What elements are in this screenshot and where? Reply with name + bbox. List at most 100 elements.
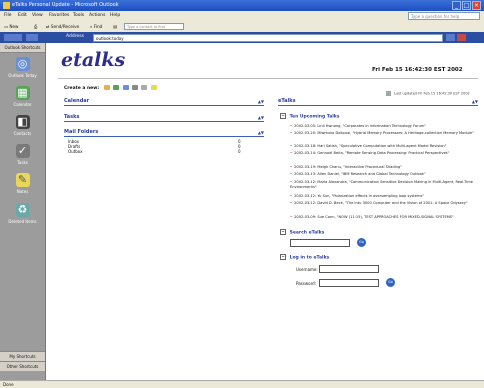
search-etalks-title[interactable]: − Search eTalks: [280, 229, 324, 236]
calendar-icon: ▦: [15, 86, 30, 100]
shortcut-contacts[interactable]: ◧ Contacts: [0, 115, 45, 136]
panel-controls-icon[interactable]: ▲▼: [258, 114, 264, 121]
create-new-row: Create a new:: [64, 85, 159, 91]
talk-item[interactable]: 2002-03-05: Linli Hwnong, "Corporates in…: [290, 124, 475, 129]
talk-item[interactable]: 2002-03-12: Yu Sun, "Polarization effect…: [290, 194, 475, 199]
panel-controls-icon[interactable]: ▲▼: [258, 98, 264, 105]
login-etalks-label: Log in to eTalks: [289, 255, 330, 261]
collapse-icon[interactable]: −: [280, 254, 286, 260]
collapse-icon[interactable]: −: [280, 229, 286, 235]
password-input[interactable]: [319, 279, 379, 287]
minimize-button[interactable]: _: [452, 1, 461, 10]
address-input[interactable]: outlook:today: [93, 34, 443, 42]
talk-item[interactable]: 2002-03-18: Hari Satish, "Speculative Co…: [290, 144, 475, 149]
contacts-icon: ◧: [15, 115, 30, 129]
panel-controls-icon[interactable]: ▲▼: [472, 98, 478, 105]
talk-item[interactable]: 2002-03-13: Allen Daniel, "IBM Research …: [290, 172, 475, 177]
send-receive-icon: ⇄: [46, 24, 50, 29]
calendar-panel-header[interactable]: Calendar ▲▼: [64, 98, 264, 106]
menu-help[interactable]: Help: [110, 13, 120, 18]
help-search-input[interactable]: Type a question for help: [408, 12, 480, 20]
mail-folders-panel-header[interactable]: Mail Folders ▲▼: [64, 129, 264, 137]
menu-file[interactable]: File: [4, 13, 12, 18]
organize-icon[interactable]: ▤: [113, 23, 117, 31]
outlook-app-icon: [3, 2, 10, 9]
menu-favorites[interactable]: Favorites: [49, 13, 69, 18]
new-contact-icon[interactable]: [131, 85, 138, 90]
back-nav-button[interactable]: [4, 34, 22, 41]
calendar-panel-title: Calendar: [64, 98, 90, 104]
new-task-icon[interactable]: [141, 85, 148, 90]
new-meeting-icon[interactable]: [122, 85, 129, 90]
status-text: Done: [3, 382, 14, 387]
tasks-panel-header[interactable]: Tasks ▲▼: [64, 114, 264, 122]
talk-item[interactable]: 2002-03-19: Meigh Chanu, "Interactive Pr…: [290, 165, 475, 170]
search-etalks-label: Search eTalks: [289, 230, 325, 236]
upcoming-talks-title[interactable]: − Ten Upcoming Talks: [280, 113, 339, 120]
folder-name: Outbox: [68, 149, 83, 154]
new-mail-icon[interactable]: [103, 85, 110, 90]
other-shortcuts-button[interactable]: Other Shortcuts: [0, 361, 45, 371]
talk-item[interactable]: 2002-03-14: Gennadi Beita, "Remote Sensi…: [290, 151, 475, 156]
send-receive-button[interactable]: ⇄ Send/Receive: [46, 23, 79, 31]
stop-icon[interactable]: [457, 34, 466, 41]
talk-item[interactable]: 2002-03-20: Miwmuko Dokpuai, "Hybrid Mem…: [290, 131, 475, 136]
collapse-icon[interactable]: −: [280, 113, 286, 119]
talk-item[interactable]: 2002-03-09: Sue Conn, "NOW (11:15), TEST…: [290, 215, 475, 220]
shortcut-label: Deleted Items: [8, 219, 37, 224]
header-divider: [58, 78, 478, 79]
shortcut-tasks[interactable]: ✓ Tasks: [0, 144, 45, 165]
shortcut-label: Calendar: [13, 102, 32, 107]
talk-item[interactable]: 2002-03-12: David D. Beck, "The Intu 300…: [290, 201, 475, 206]
mail-folder-outbox[interactable]: Outbox 0: [68, 149, 268, 154]
shortcut-deleted-items[interactable]: ♻ Deleted Items: [0, 203, 45, 224]
etalks-panel-header[interactable]: eTalks ▲▼: [278, 98, 478, 106]
notes-icon: ✎: [15, 173, 30, 187]
shortcut-label: Tasks: [17, 160, 28, 165]
find-contact-input[interactable]: Type a contact to find: [124, 23, 184, 30]
maximize-button[interactable]: □: [462, 1, 471, 10]
shortcut-outlook-today[interactable]: ◎ Outlook Today: [0, 57, 45, 78]
my-shortcuts-button[interactable]: My Shortcuts: [0, 351, 45, 361]
title-bar: eTalks Personal Update - Microsoft Outlo…: [0, 0, 484, 11]
panel-controls-icon[interactable]: ▲▼: [258, 129, 264, 136]
find-icon: ⌕: [90, 24, 93, 29]
window-title: eTalks Personal Update - Microsoft Outlo…: [12, 2, 119, 8]
search-go-button[interactable]: Go: [357, 238, 366, 247]
talk-item[interactable]: 2002-03-12: Maria Alexandra, "Communicat…: [290, 180, 475, 190]
username-input[interactable]: [319, 265, 379, 273]
password-label: Password:: [296, 281, 317, 286]
menu-tools[interactable]: Tools: [73, 13, 84, 18]
close-button[interactable]: ×: [472, 1, 481, 10]
menu-actions[interactable]: Actions: [89, 13, 105, 18]
search-etalks-input[interactable]: [290, 239, 350, 247]
print-icon[interactable]: ⎙: [34, 23, 37, 31]
tasks-icon: ✓: [15, 144, 30, 158]
menu-edit[interactable]: Edit: [18, 13, 27, 18]
go-nav-button[interactable]: [446, 34, 455, 41]
mail-folders-title: Mail Folders: [64, 129, 99, 135]
outlook-shortcuts-bar: Outlook Shortcuts ◎ Outlook Today ▦ Cale…: [0, 43, 46, 380]
outlook-today-icon: ◎: [15, 57, 30, 71]
folder-count: 0: [238, 149, 241, 154]
new-note-icon[interactable]: [150, 85, 157, 90]
create-new-label: Create a new:: [64, 86, 100, 91]
current-datetime: Fri Feb 15 16:42:30 EST 2002: [372, 67, 463, 73]
new-button[interactable]: ▭ New: [4, 23, 18, 31]
new-appointment-icon[interactable]: [113, 85, 120, 90]
find-button[interactable]: ⌕ Find: [90, 23, 102, 31]
refresh-icon[interactable]: [386, 91, 391, 96]
find-label: Find: [93, 24, 103, 29]
login-etalks-title[interactable]: − Log in to eTalks: [280, 254, 329, 261]
login-go-button[interactable]: Go: [386, 278, 395, 287]
menu-view[interactable]: View: [32, 13, 43, 18]
shortcut-notes[interactable]: ✎ Notes: [0, 173, 45, 194]
shortcuts-header[interactable]: Outlook Shortcuts: [0, 43, 45, 53]
shortcut-calendar[interactable]: ▦ Calendar: [0, 86, 45, 107]
username-label: Username:: [296, 267, 318, 272]
forward-nav-button[interactable]: [26, 34, 38, 41]
shortcut-label: Outlook Today: [8, 73, 37, 78]
send-receive-label: Send/Receive: [50, 24, 80, 29]
address-label: Address: [66, 34, 84, 39]
tasks-panel-title: Tasks: [64, 114, 80, 120]
